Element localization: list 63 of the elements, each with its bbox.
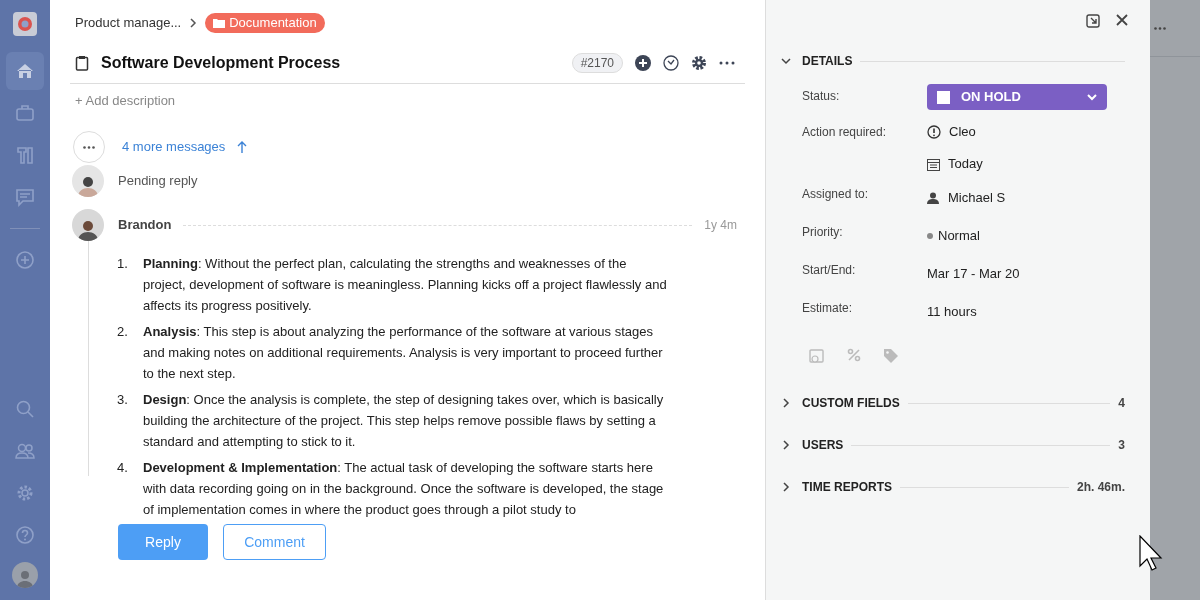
home-icon[interactable] <box>6 52 44 90</box>
field-label: Estimate: <box>802 300 853 317</box>
section-count: 2h. 46m. <box>1076 479 1125 496</box>
clock-icon[interactable] <box>663 55 679 71</box>
more-messages-link[interactable]: 4 more messages <box>122 137 226 157</box>
author-name: Brandon <box>118 216 172 235</box>
add-description-link[interactable]: + Add description <box>75 91 176 111</box>
arrow-up-icon[interactable] <box>237 140 248 154</box>
chevron-down-icon <box>1087 93 1097 101</box>
task-number: #2170 <box>571 53 623 73</box>
status-dropdown[interactable]: ON HOLD <box>927 84 1107 110</box>
list-item-text: Planning: Without the perfect plan, calculating the strengths and weaknesses of the project, development of software is meaningless. Planning kicks off a project flawlessly and affects its progress positively. <box>143 255 667 315</box>
section-title[interactable]: USERS <box>802 436 844 454</box>
list-number: 4. <box>117 459 129 477</box>
section-title[interactable]: CUSTOM FIELDS <box>802 394 900 412</box>
field-label: Priority: <box>802 224 844 241</box>
list-item-text: Development & Implementation: The actual task of developing the software starts here with data recording going on in the background. Once the software is developed, the stage of implementation comes in where the product goes through a pilot study to <box>143 459 665 519</box>
chevron-icon[interactable] <box>781 482 791 492</box>
app-logo[interactable] <box>13 12 37 36</box>
field-value[interactable]: 11 hours <box>927 300 977 324</box>
more-icon <box>83 145 95 149</box>
field-value[interactable]: Michael S <box>948 188 1006 208</box>
calendar-icon <box>927 157 940 171</box>
tag-icon[interactable] <box>883 348 899 364</box>
chevron-icon[interactable] <box>781 398 791 408</box>
task-title: Software Development Process <box>101 53 341 73</box>
list-number: 2. <box>117 323 129 341</box>
avatar <box>72 165 104 197</box>
field-label: Start/End: <box>802 262 857 279</box>
section-count: 4 <box>1118 395 1125 412</box>
message-time: 1y 4m <box>704 217 737 234</box>
field-label: Status: <box>802 88 841 105</box>
more-icon[interactable] <box>719 61 735 65</box>
list-number: 1. <box>117 255 129 273</box>
chevron-icon <box>189 18 198 28</box>
more-icon <box>1154 27 1166 30</box>
chevron-icon[interactable] <box>781 56 791 66</box>
list-item-text: Design: Once the analysis is complete, the step of designing takes over, which is basically building the architecture of the project. This step helps remove possible flaws by setting a standard and attempting to stick to it. <box>143 391 665 451</box>
settings-icon[interactable] <box>691 55 707 71</box>
field-value[interactable]: Cleo <box>949 122 976 142</box>
section-title[interactable]: DETAILS <box>802 52 853 70</box>
field-label: Action required: <box>802 124 888 141</box>
section-title[interactable]: TIME REPORTS <box>802 478 892 496</box>
user-avatar[interactable] <box>12 562 38 588</box>
pending-reply-text: Pending reply <box>118 172 198 191</box>
person-icon <box>927 192 939 204</box>
close-icon[interactable] <box>1115 13 1129 27</box>
popout-icon[interactable] <box>1086 12 1101 28</box>
field-value[interactable]: Mar 17 - Mar 20 <box>927 262 1020 286</box>
field-value[interactable]: Normal <box>938 226 980 246</box>
breadcrumb-link[interactable]: Product manage... <box>75 13 182 33</box>
add-icon[interactable] <box>635 55 651 71</box>
folder-icon <box>213 18 226 28</box>
list-number: 3. <box>117 391 129 409</box>
section-count: 3 <box>1118 437 1125 454</box>
field-value[interactable]: Today <box>948 154 983 174</box>
clipboard-icon <box>75 55 89 71</box>
percent-icon[interactable] <box>847 348 861 362</box>
list-item-text: Analysis: This step is about analyzing the performance of the software at various stages and making notes on additional requirements. Analysis is very important to proceed further to the next step. <box>143 323 664 383</box>
field-label: Assigned to: <box>802 186 870 203</box>
chevron-icon[interactable] <box>781 440 791 450</box>
alert-icon <box>927 125 941 139</box>
calendar-clock-icon[interactable] <box>809 348 825 364</box>
